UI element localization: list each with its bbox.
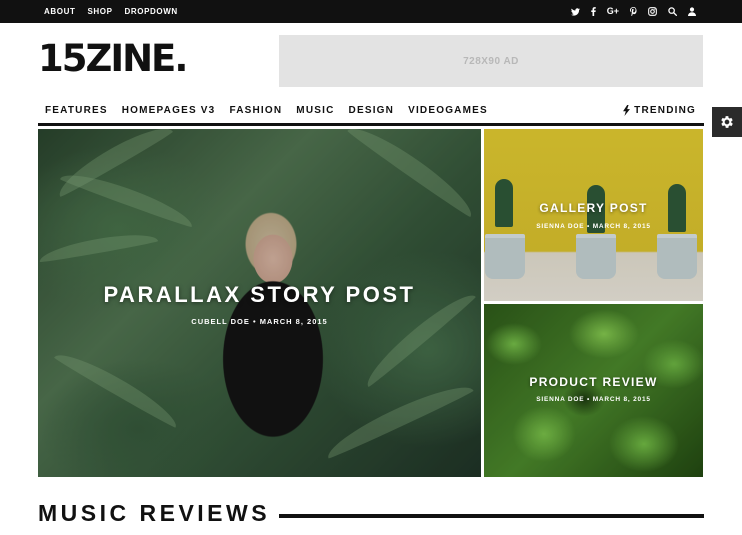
top-bar: ABOUT SHOP DROPDOWN G+ <box>0 0 742 23</box>
trending-button[interactable]: TRENDING <box>623 105 696 116</box>
search-icon[interactable] <box>668 7 677 16</box>
nav-item-design[interactable]: DESIGN <box>349 105 395 116</box>
facebook-icon[interactable] <box>590 7 596 16</box>
user-icon[interactable] <box>688 7 696 16</box>
top-link-shop[interactable]: SHOP <box>87 7 112 16</box>
section-divider <box>279 514 704 518</box>
gallery-post-title[interactable]: GALLERY POST <box>484 201 703 215</box>
nav-item-videogames[interactable]: VIDEOGAMES <box>408 105 488 116</box>
hero-title[interactable]: PARALLAX STORY POST <box>38 282 481 308</box>
main-nav: FEATURES HOMEPAGES V3 FASHION MUSIC DESI… <box>38 100 704 126</box>
top-link-about[interactable]: ABOUT <box>44 7 75 16</box>
ad-label: 728X90 AD <box>463 55 519 67</box>
trending-label: TRENDING <box>634 105 696 116</box>
pinterest-icon[interactable] <box>630 7 637 16</box>
google-plus-icon[interactable]: G+ <box>607 7 619 16</box>
settings-button[interactable] <box>712 107 742 137</box>
hero-meta: CUBELL DOE • MARCH 8, 2015 <box>191 317 328 326</box>
site-logo[interactable]: 15ZINE. <box>38 40 188 77</box>
main-nav-items: FEATURES HOMEPAGES V3 FASHION MUSIC DESI… <box>45 105 488 116</box>
product-review-meta: SIENNA DOE • MARCH 8, 2015 <box>536 396 651 403</box>
product-review-title[interactable]: PRODUCT REVIEW <box>484 375 703 389</box>
instagram-icon[interactable] <box>648 7 657 16</box>
gear-icon <box>721 116 733 128</box>
ad-banner[interactable]: 728X90 AD <box>279 35 703 87</box>
top-nav: ABOUT SHOP DROPDOWN <box>44 0 178 23</box>
product-review-tile[interactable]: PRODUCT REVIEW SIENNA DOE • MARCH 8, 201… <box>484 304 703 477</box>
tile-overlay <box>484 129 703 301</box>
tile-overlay <box>484 304 703 477</box>
lightning-icon <box>623 105 631 116</box>
social-icons: G+ <box>570 0 696 23</box>
nav-item-homepages[interactable]: HOMEPAGES V3 <box>122 105 216 116</box>
gallery-post-tile[interactable]: GALLERY POST SIENNA DOE • MARCH 8, 2015 <box>484 129 703 301</box>
nav-item-fashion[interactable]: FASHION <box>229 105 282 116</box>
hero-feature[interactable]: PARALLAX STORY POST CUBELL DOE • MARCH 8… <box>38 129 481 477</box>
nav-item-features[interactable]: FEATURES <box>45 105 108 116</box>
nav-item-music[interactable]: MUSIC <box>296 105 334 116</box>
gallery-post-meta: SIENNA DOE • MARCH 8, 2015 <box>536 223 651 230</box>
top-link-dropdown[interactable]: DROPDOWN <box>125 7 178 16</box>
twitter-icon[interactable] <box>570 7 580 16</box>
section-title: MUSIC REVIEWS <box>38 500 271 526</box>
